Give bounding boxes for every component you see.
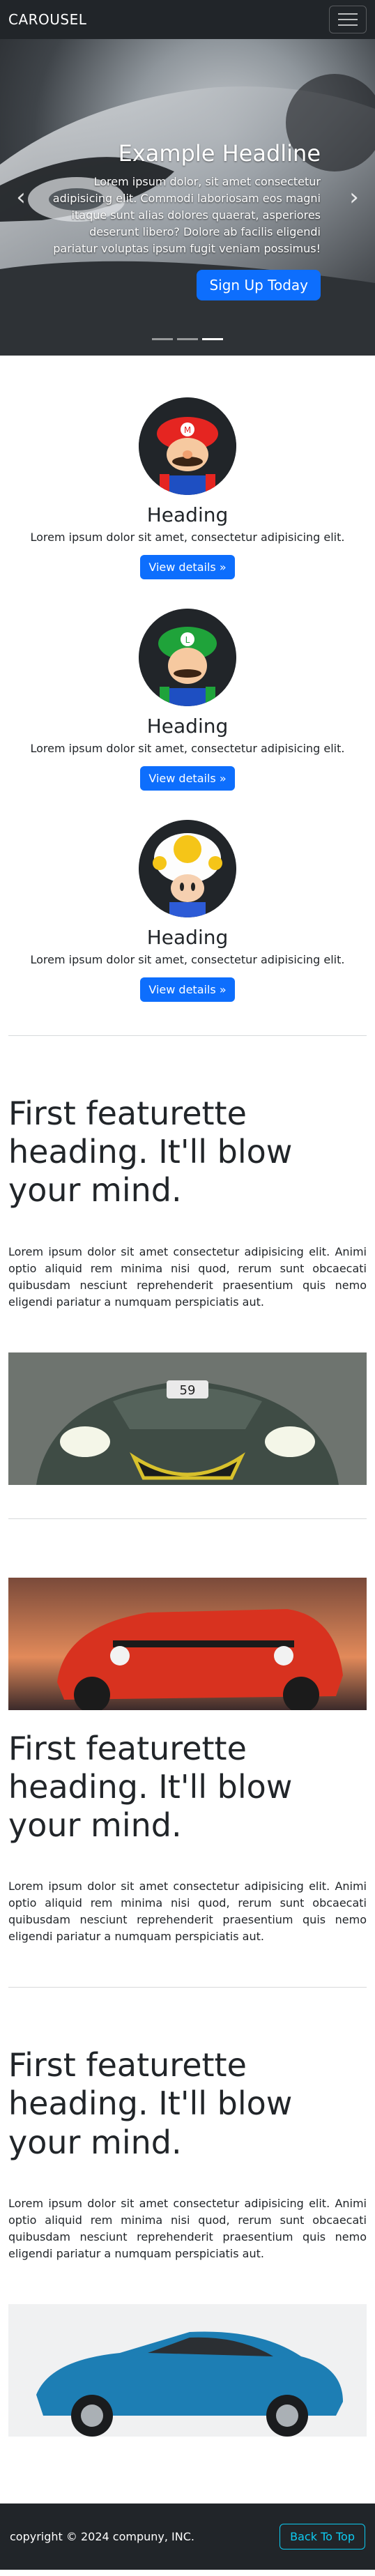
featurette: First featurette heading. It'll blow you…: [0, 2021, 375, 2437]
featurette-image: 59: [8, 1352, 367, 1485]
carousel-indicator-2[interactable]: [177, 338, 198, 340]
chevron-right-icon: ›: [349, 183, 359, 211]
view-details-button[interactable]: View details »: [140, 766, 235, 791]
hamburger-icon: [338, 13, 358, 15]
carousel-indicator-1[interactable]: [152, 338, 173, 340]
marketing-heading: Heading: [146, 503, 229, 526]
sign-up-button[interactable]: Sign Up Today: [197, 270, 321, 300]
carousel-text: Lorem ipsum dolor, sit amet consectetur …: [52, 175, 321, 255]
svg-text:M: M: [184, 425, 191, 435]
featurette: First featurette heading. It'll blow you…: [0, 1069, 375, 1485]
marketing-column: Heading Lorem ipsum dolor sit amet, cons…: [0, 820, 375, 1002]
view-details-button[interactable]: View details »: [140, 977, 235, 1002]
view-details-button[interactable]: View details »: [140, 555, 235, 579]
featurette: First featurette heading. It'll blow you…: [0, 1553, 375, 1946]
carousel-indicator-3[interactable]: [202, 338, 223, 340]
carousel-caption: Example Headline Lorem ipsum dolor, sit …: [49, 140, 321, 300]
copyright-text: copyright © 2024 compuny, INC.: [10, 2529, 194, 2543]
marketing-column: L Heading Lorem ipsum dolor sit amet, co…: [0, 609, 375, 791]
featurette-text: Lorem ipsum dolor sit amet consectetur a…: [8, 2196, 367, 2260]
mario-avatar: M: [139, 397, 236, 495]
featurette-image: [8, 1577, 367, 1710]
featurette-heading: First featurette heading. It'll blow you…: [8, 1095, 293, 1210]
marketing-text: Lorem ipsum dolor sit amet, consectetur …: [30, 742, 345, 755]
carousel-next-button[interactable]: ›: [333, 39, 375, 356]
navbar: CAROUSEL: [0, 0, 375, 39]
section-divider: [8, 1987, 367, 1988]
marketing-section: M Heading Lorem ipsum dolor sit amet, co…: [0, 356, 375, 1002]
chevron-left-icon: ‹: [16, 183, 26, 211]
featurette-text: Lorem ipsum dolor sit amet consectetur a…: [8, 1244, 367, 1309]
featurette-image: [8, 2303, 367, 2437]
carousel-indicators: [0, 338, 375, 340]
menu-toggle-button[interactable]: [329, 6, 367, 33]
brand-logo[interactable]: CAROUSEL: [8, 11, 86, 28]
back-to-top-button[interactable]: Back To Top: [280, 2523, 365, 2550]
marketing-heading: Heading: [146, 715, 229, 738]
footer: copyright © 2024 compuny, INC. Back To T…: [0, 2503, 375, 2570]
svg-text:L: L: [185, 635, 190, 645]
carousel-headline: Example Headline: [118, 140, 321, 167]
carousel-prev-button[interactable]: ‹: [0, 39, 42, 356]
marketing-heading: Heading: [146, 926, 229, 949]
marketing-text: Lorem ipsum dolor sit amet, consectetur …: [30, 531, 345, 544]
toad-avatar: [139, 820, 236, 917]
featurette-text: Lorem ipsum dolor sit amet consectetur a…: [8, 1880, 367, 1944]
section-divider: [8, 1518, 367, 1519]
featurette-heading: First featurette heading. It'll blow you…: [8, 1729, 293, 1844]
luigi-avatar: L: [139, 609, 236, 706]
hero-carousel: ‹ › Example Headline Lorem ipsum dolor, …: [0, 39, 375, 356]
svg-text:59: 59: [180, 1383, 196, 1398]
marketing-column: M Heading Lorem ipsum dolor sit amet, co…: [0, 397, 375, 579]
featurette-heading: First featurette heading. It'll blow you…: [8, 2046, 293, 2161]
marketing-text: Lorem ipsum dolor sit amet, consectetur …: [30, 953, 345, 966]
section-divider: [8, 1035, 367, 1036]
